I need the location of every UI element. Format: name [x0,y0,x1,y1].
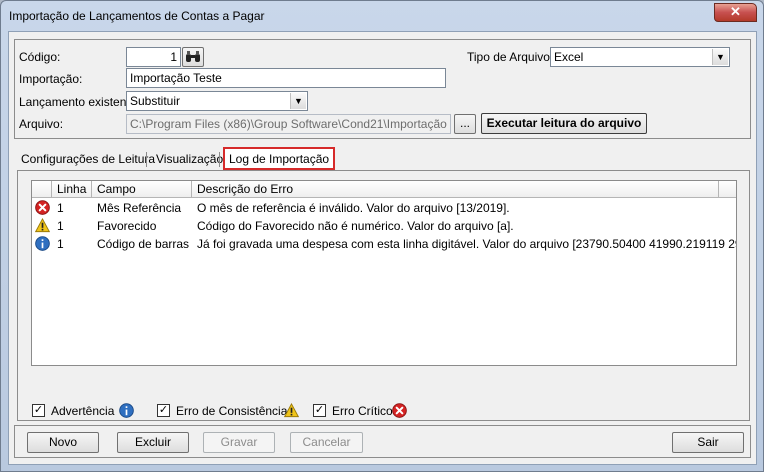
sair-button[interactable]: Sair [672,432,744,453]
tab-visualizacao[interactable]: Visualização [152,150,227,170]
icon-column-header [32,181,52,198]
legend-erro-consistencia[interactable]: ✓ Erro de Consistência [157,403,302,419]
lancamento-select[interactable]: Substituir ▼ [126,91,308,111]
erro-consistencia-checkbox[interactable]: ✓ [157,404,170,417]
log-row[interactable]: 1 Favorecido Código do Favorecido não é … [32,217,736,235]
info-icon [119,403,134,418]
log-row[interactable]: 1 Mês Referência O mês de referência é i… [32,199,736,217]
tab-log-importacao[interactable]: Log de Importação [223,147,336,170]
legend-advertencia[interactable]: ✓ Advertência [32,403,142,419]
codigo-field[interactable]: 1 [126,47,181,67]
arquivo-label: Arquivo: [19,117,64,131]
erro-critico-checkbox[interactable]: ✓ [313,404,326,417]
cell-linha: 1 [57,219,64,233]
cell-descricao: Já foi gravada uma despesa com esta linh… [197,237,737,251]
tipo-arquivo-label: Tipo de Arquivo: [467,50,554,64]
lancamento-label: Lançamento existente: [19,95,140,109]
excluir-button[interactable]: Excluir [117,432,189,453]
cell-descricao: O mês de referência é inválido. Valor do… [197,201,510,215]
cancelar-button[interactable]: Cancelar [290,432,363,453]
log-row[interactable]: 1 Código de barras Já foi gravada uma de… [32,235,737,253]
tipo-arquivo-value: Excel [554,50,584,64]
gravar-button[interactable]: Gravar [203,432,275,453]
error-icon [392,403,407,418]
title-bar[interactable]: Importação de Lançamentos de Contas a Pa… [1,1,763,31]
tab-divider [146,152,147,167]
importacao-label: Importação: [19,72,83,86]
main-window: Importação de Lançamentos de Contas a Pa… [0,0,764,472]
tipo-arquivo-select[interactable]: Excel ▼ [550,47,730,67]
cell-linha: 1 [57,201,64,215]
column-header-campo[interactable]: Campo [92,181,192,198]
client-area: Código: 1 Tipo de Arquivo: Excel ▼ Impor… [8,31,757,465]
chevron-down-icon[interactable]: ▼ [712,49,728,65]
error-icon [35,200,50,215]
legend-erro-critico[interactable]: ✓ Erro Crítico [313,403,413,419]
cell-campo: Código de barras [97,237,190,251]
cell-linha: 1 [57,237,64,251]
info-icon [35,236,50,251]
window-title: Importação de Lançamentos de Contas a Pa… [9,9,265,23]
arquivo-path-field[interactable]: C:\Program Files (x86)\Group Software\Co… [126,114,451,134]
codigo-label: Código: [19,50,61,64]
log-panel: Linha Campo Descrição do Erro 1 Mês Refe… [17,170,750,421]
grid-header: Linha Campo Descrição do Erro [32,181,736,198]
binoculars-icon [185,51,201,63]
advertencia-checkbox[interactable]: ✓ [32,404,45,417]
tab-configuracoes-leitura[interactable]: Configurações de Leitura [17,150,159,170]
novo-button[interactable]: Novo [27,432,99,453]
cell-descricao: Código do Favorecido não é numérico. Val… [197,219,514,233]
log-grid[interactable]: Linha Campo Descrição do Erro 1 Mês Refe… [31,180,737,366]
erro-consistencia-label: Erro de Consistência [176,404,288,418]
browse-button[interactable]: ... [454,114,476,134]
erro-critico-label: Erro Crítico [332,404,393,418]
importacao-field[interactable]: Importação Teste [126,68,446,88]
warning-icon [35,218,50,233]
advertencia-label: Advertência [51,404,115,418]
bottom-button-bar: Novo Excluir Gravar Cancelar Sair [14,425,751,458]
warning-icon [284,403,299,418]
cell-campo: Mês Referência [97,201,182,215]
tab-divider [219,152,220,167]
close-button[interactable]: ✕ [714,3,757,22]
lancamento-value: Substituir [130,94,181,108]
search-button[interactable] [182,47,204,67]
read-file-button[interactable]: Executar leitura do arquivo [481,113,647,134]
column-header-linha[interactable]: Linha [52,181,92,198]
column-header-descricao[interactable]: Descrição do Erro [192,181,719,198]
chevron-down-icon[interactable]: ▼ [290,93,306,109]
cell-campo: Favorecido [97,219,157,233]
